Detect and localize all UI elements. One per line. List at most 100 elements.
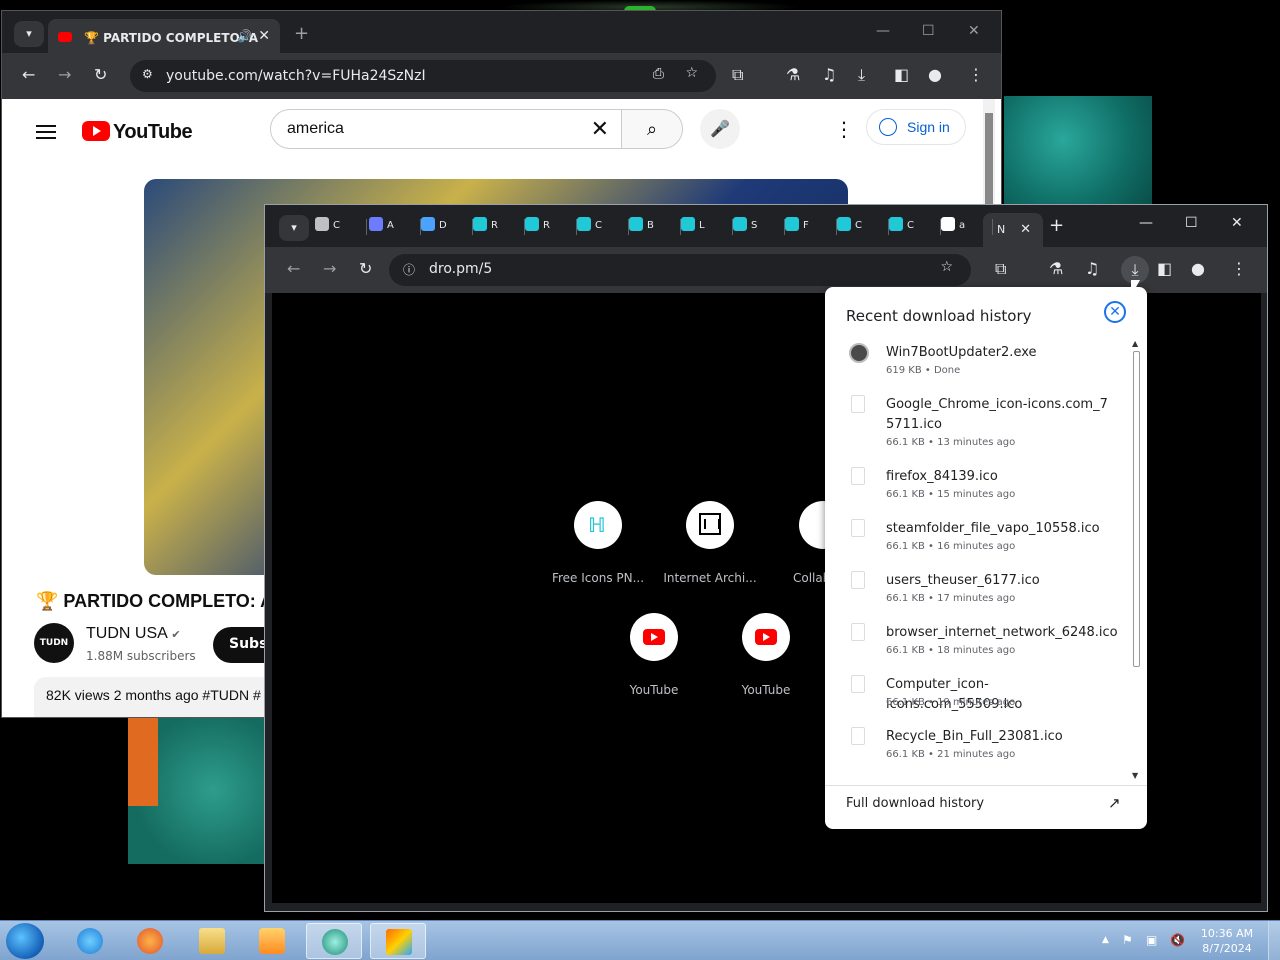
reload-icon[interactable]: ↻ [359, 259, 372, 278]
voice-search-button[interactable]: 🎤 [700, 109, 740, 149]
scrollbar-thumb[interactable] [1133, 351, 1140, 667]
shortcut-free-icons[interactable]: ℍ Free Icons PN... [543, 501, 653, 585]
tab-item[interactable]: B [629, 217, 681, 237]
media-controls-icon[interactable]: ♫ [822, 65, 836, 84]
new-tab-button[interactable]: + [294, 23, 309, 44]
full-history-link[interactable]: Full download history ↗ [825, 785, 1147, 829]
maximize-button[interactable]: ☐ [922, 23, 935, 39]
tab-item[interactable]: C [315, 217, 367, 237]
freeicons-icon [525, 217, 539, 231]
freeicons-icon [785, 217, 799, 231]
scroll-down-icon[interactable]: ▼ [1132, 771, 1138, 780]
profile-avatar-icon[interactable]: ● [928, 65, 942, 84]
back-icon[interactable]: ← [22, 65, 35, 84]
freeicons-icon [681, 217, 695, 231]
extensions-icon[interactable]: ⧉ [732, 65, 743, 85]
download-list-scrollbar[interactable]: ▲ ▼ [1130, 337, 1142, 785]
minimize-button[interactable]: — [1139, 215, 1153, 231]
taskbar-chrome[interactable] [306, 923, 362, 959]
search-button[interactable]: ⌕ [621, 109, 683, 149]
tab-item[interactable]: R [473, 217, 525, 237]
tab-item[interactable]: a [941, 217, 993, 237]
profile-avatar-icon[interactable]: ● [1191, 259, 1205, 278]
show-hidden-icons-icon[interactable]: ▲ [1102, 935, 1109, 945]
desktop-image-teal [1004, 96, 1152, 206]
site-info-icon[interactable]: ⓘ [403, 261, 415, 278]
tab-close-icon[interactable]: ✕ [1020, 222, 1031, 237]
downloads-icon[interactable]: ⤓ [858, 65, 865, 85]
shortcut-label: Internet Archi... [663, 571, 757, 585]
tab-close-icon[interactable]: ✕ [258, 28, 270, 44]
tab-strip: ▾ 🏆 PARTIDO COMPLETO: A 🔊 ✕ + — ☐ ✕ [2, 11, 1001, 53]
tab-item[interactable]: L [681, 217, 733, 237]
side-panel-icon[interactable]: ◧ [894, 65, 909, 84]
sign-in-button[interactable]: Sign in [866, 109, 966, 145]
address-bar[interactable]: ⚙ youtube.com/watch?v=FUHa24SzNzI ⎙ ☆ [130, 60, 716, 92]
tab-item[interactable]: C [577, 217, 629, 237]
tab-item[interactable]: R [525, 217, 577, 237]
close-button[interactable]: ✕ [1231, 215, 1243, 231]
verified-icon: ✔ [171, 629, 181, 641]
close-button[interactable]: ✕ [968, 23, 980, 39]
tab-search-button[interactable]: ▾ [279, 215, 309, 241]
reload-icon[interactable]: ↻ [94, 65, 107, 84]
show-desktop-button[interactable] [1268, 921, 1280, 960]
channel-name[interactable]: TUDN USA ✔ [86, 625, 181, 643]
tab-search-button[interactable]: ▾ [14, 21, 44, 47]
shortcut-label: YouTube [741, 683, 791, 697]
start-button[interactable] [6, 923, 44, 959]
tab-item[interactable]: C [889, 217, 941, 237]
open-external-icon: ↗ [1108, 794, 1121, 812]
minimize-button[interactable]: — [876, 23, 890, 39]
side-panel-icon[interactable]: ◧ [1157, 259, 1172, 278]
install-app-icon[interactable]: ⎙ [653, 66, 664, 82]
labs-flask-icon[interactable]: ⚗ [1049, 259, 1063, 278]
system-tray: ▲ ⚑ ▣ 🔇 10:36 AM 8/7/2024 [1090, 921, 1280, 960]
tab-youtube[interactable]: 🏆 PARTIDO COMPLETO: A 🔊 ✕ [48, 19, 280, 53]
clear-search-icon[interactable]: ✕ [591, 116, 609, 142]
tab-item[interactable]: F [785, 217, 837, 237]
shortcut-collabvm[interactable]: CollabVM [767, 501, 847, 585]
scroll-up-icon[interactable]: ▲ [1132, 339, 1138, 348]
bookmark-star-icon[interactable]: ☆ [940, 259, 953, 275]
close-icon[interactable]: ✕ [1104, 301, 1126, 323]
labs-flask-icon[interactable]: ⚗ [786, 65, 800, 84]
menu-kebab-icon[interactable]: ⋮ [1231, 259, 1247, 278]
extensions-icon[interactable]: ⧉ [995, 259, 1006, 279]
action-center-flag-icon[interactable]: ⚑ [1122, 933, 1133, 947]
site-info-icon[interactable]: ⚙ [142, 67, 153, 81]
menu-kebab-icon[interactable]: ⋮ [968, 65, 984, 84]
taskbar-paint[interactable] [370, 923, 426, 959]
shortcut-youtube[interactable]: YouTube [599, 613, 709, 697]
network-icon[interactable]: ▣ [1146, 933, 1157, 947]
address-bar[interactable]: ⓘ dro.pm/5 ☆ [389, 254, 971, 286]
new-tab-button[interactable]: + [1049, 215, 1064, 236]
channel-avatar[interactable]: TUDN [34, 623, 74, 663]
back-icon[interactable]: ← [287, 259, 300, 278]
shortcut-internet-archive[interactable]: Internet Archi... [655, 501, 765, 585]
tab-item[interactable]: A [369, 217, 421, 237]
forward-icon[interactable]: → [58, 65, 71, 84]
youtube-logo[interactable]: YouTube [82, 121, 193, 144]
youtube-icon [755, 629, 777, 645]
taskbar-file-explorer[interactable] [184, 923, 240, 959]
settings-kebab-icon[interactable]: ⋮ [834, 117, 854, 141]
maximize-button[interactable]: ☐ [1185, 215, 1198, 231]
tab-item[interactable]: D [421, 217, 473, 237]
taskbar-internet-explorer[interactable] [62, 923, 118, 959]
search-input[interactable]: america ✕ [270, 109, 622, 149]
tab-item[interactable]: C [837, 217, 889, 237]
forward-icon[interactable]: → [323, 259, 336, 278]
speaker-icon[interactable]: 🔊 [237, 29, 252, 43]
bookmark-star-icon[interactable]: ☆ [685, 65, 698, 81]
google-icon [941, 217, 955, 231]
media-controls-icon[interactable]: ♫ [1085, 259, 1099, 278]
taskbar-media-player[interactable] [244, 923, 300, 959]
tab-title: 🏆 PARTIDO COMPLETO: A [84, 31, 259, 45]
clock[interactable]: 10:36 AM 8/7/2024 [1194, 926, 1260, 956]
taskbar-firefox[interactable] [122, 923, 178, 959]
hamburger-menu-icon[interactable] [36, 125, 56, 139]
shortcut-youtube-2[interactable]: YouTube [711, 613, 821, 697]
tab-item[interactable]: S [733, 217, 785, 237]
volume-muted-icon[interactable]: 🔇 [1170, 933, 1185, 947]
